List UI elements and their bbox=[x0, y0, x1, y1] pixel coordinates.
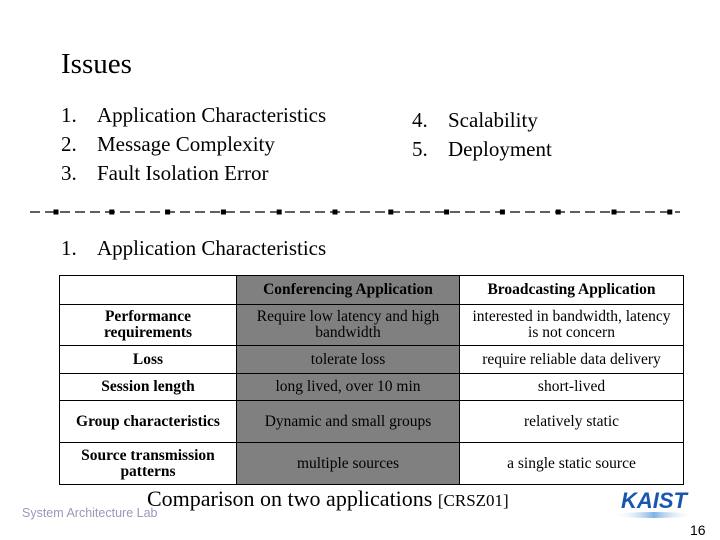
table-caption: Comparison on two applications [CRSZ01] bbox=[147, 486, 509, 514]
divider-marker bbox=[220, 209, 226, 215]
issue-number: 1. bbox=[61, 103, 77, 127]
section-heading: 1. Application Characteristics bbox=[61, 234, 326, 263]
issue-item: 1. Application Characteristics bbox=[61, 101, 326, 130]
broadcasting-cell: a single static source bbox=[459, 442, 684, 485]
row-label: Performance requirements bbox=[59, 304, 237, 346]
conferencing-cell: Require low latency and high bandwidth bbox=[236, 304, 460, 346]
broadcasting-cell: interested in bandwidth, latency is not … bbox=[459, 304, 684, 346]
table-row: Performance requirements Require low lat… bbox=[59, 304, 684, 346]
issue-number: 3. bbox=[61, 161, 77, 185]
broadcasting-cell: require reliable data delivery bbox=[459, 345, 684, 374]
conferencing-cell: Dynamic and small groups bbox=[236, 400, 460, 443]
issue-label: Message Complexity bbox=[97, 132, 275, 156]
divider-marker bbox=[555, 209, 561, 215]
comparison-table: Conferencing Application Broadcasting Ap… bbox=[59, 275, 684, 485]
table-row: Group characteristics Dynamic and small … bbox=[59, 400, 684, 443]
divider-marker bbox=[444, 209, 450, 215]
row-label: Group characteristics bbox=[59, 400, 237, 443]
footer-lab-name: System Architecture Lab bbox=[22, 506, 158, 520]
issue-label: Deployment bbox=[448, 137, 552, 161]
kaist-logo: KAIST bbox=[614, 488, 694, 518]
divider-marker bbox=[667, 209, 673, 215]
divider-marker bbox=[499, 209, 505, 215]
issue-number: 2. bbox=[61, 132, 77, 156]
row-label: Session length bbox=[59, 373, 237, 401]
row-label: Source transmission patterns bbox=[59, 442, 237, 485]
issue-item: 3. Fault Isolation Error bbox=[61, 159, 326, 188]
slide-title: Issues bbox=[61, 48, 132, 80]
divider-marker bbox=[388, 209, 394, 215]
page-number: 16 bbox=[690, 522, 706, 538]
issues-list-right: 4. Scalability 5. Deployment bbox=[412, 106, 552, 164]
divider-marker bbox=[53, 209, 59, 215]
section-number: 1. bbox=[61, 236, 77, 260]
citation: [CRSZ01] bbox=[437, 491, 509, 510]
issue-number: 5. bbox=[412, 137, 428, 161]
conferencing-cell: tolerate loss bbox=[236, 345, 460, 374]
broadcasting-cell: relatively static bbox=[459, 400, 684, 443]
divider-marker bbox=[165, 209, 171, 215]
table-header-broadcasting: Broadcasting Application bbox=[459, 275, 684, 305]
divider-marker bbox=[332, 209, 338, 215]
logo-swoosh bbox=[614, 512, 694, 518]
issue-item: 5. Deployment bbox=[412, 135, 552, 164]
issue-number: 4. bbox=[412, 108, 428, 132]
divider-marker bbox=[611, 209, 617, 215]
broadcasting-cell: short-lived bbox=[459, 373, 684, 401]
issue-label: Fault Isolation Error bbox=[97, 161, 269, 185]
dashed-divider bbox=[30, 209, 680, 215]
table-row: Loss tolerate loss require reliable data… bbox=[59, 345, 684, 374]
table-header-row: Conferencing Application Broadcasting Ap… bbox=[59, 275, 684, 305]
table-row: Source transmission patterns multiple so… bbox=[59, 442, 684, 485]
table-row: Session length long lived, over 10 min s… bbox=[59, 373, 684, 401]
caption-text: Comparison on two applications bbox=[147, 486, 433, 511]
conferencing-cell: multiple sources bbox=[236, 442, 460, 485]
section-label: Application Characteristics bbox=[97, 236, 327, 260]
logo-text: KAIST bbox=[621, 488, 689, 513]
issue-item: 4. Scalability bbox=[412, 106, 552, 135]
table-header-empty bbox=[59, 275, 237, 305]
issue-item: 2. Message Complexity bbox=[61, 130, 326, 159]
table-header-conferencing: Conferencing Application bbox=[236, 275, 460, 305]
row-label: Loss bbox=[59, 345, 237, 374]
conferencing-cell: long lived, over 10 min bbox=[236, 373, 460, 401]
divider-marker bbox=[276, 209, 282, 215]
divider-marker bbox=[109, 209, 115, 215]
issue-label: Scalability bbox=[448, 108, 538, 132]
issue-label: Application Characteristics bbox=[97, 103, 327, 127]
issues-list-left: 1. Application Characteristics 2. Messag… bbox=[61, 101, 326, 188]
